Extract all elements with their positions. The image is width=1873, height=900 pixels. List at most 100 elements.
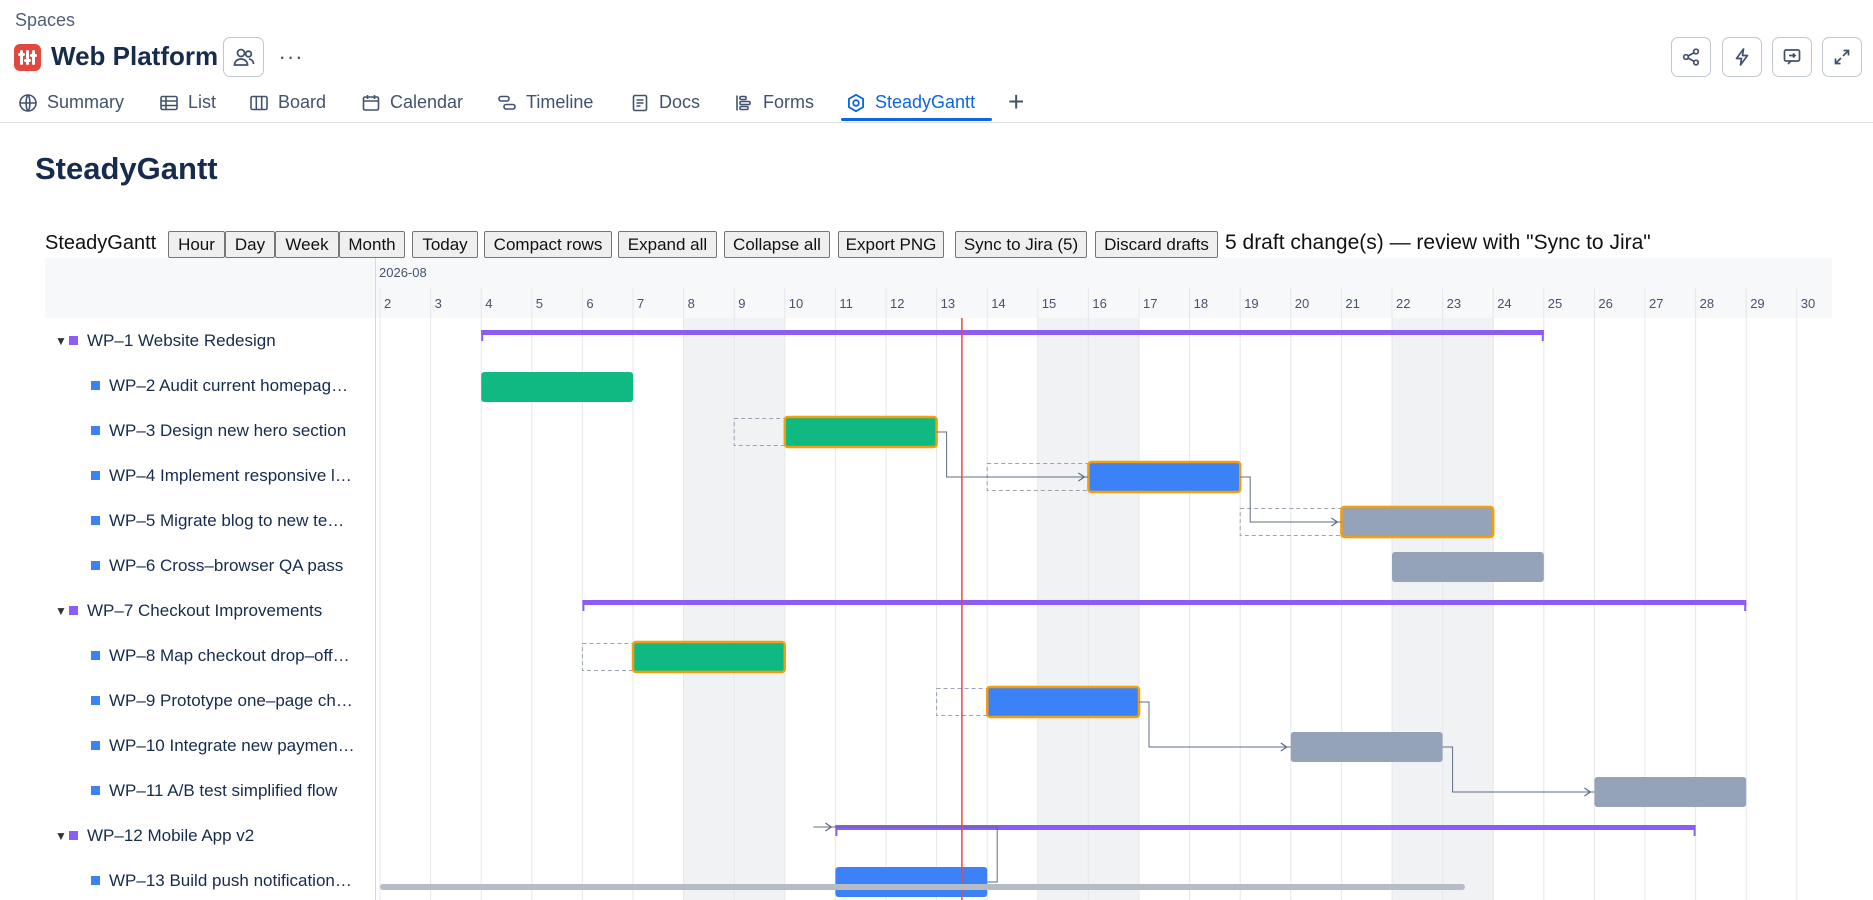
tree-row-parent[interactable]: ▼ WP–12 Mobile App v2 [45, 813, 385, 858]
task-square-icon [91, 696, 100, 705]
task-tree: ▼ WP–1 Website Redesign WP–2 Audit current… [45, 318, 375, 900]
task-bar[interactable] [1290, 732, 1443, 762]
project-tabs: Summary List Board Calendar Timeline Doc… [0, 84, 1873, 123]
tree-row[interactable]: WP–4 Implement responsive l… [45, 453, 421, 498]
task-key-title: WP–13 Build push notification… [109, 870, 352, 890]
task-square-icon [91, 381, 100, 390]
day-tick-label: 17 [1143, 296, 1157, 311]
toolbar-label: SteadyGantt [45, 232, 157, 254]
day-tick-label: 22 [1396, 296, 1410, 311]
tree-row[interactable]: WP–6 Cross–browser QA pass [45, 543, 421, 588]
tab-docs[interactable]: Docs [630, 92, 700, 122]
tab-label: Docs [659, 92, 701, 112]
tab-summary[interactable]: Summary [18, 92, 124, 122]
collapse-caret-icon[interactable]: ▼ [55, 334, 69, 348]
collapse-caret-icon[interactable]: ▼ [55, 604, 69, 618]
page-title: SteadyGantt [35, 151, 218, 186]
gantt-chart: ▼ WP–1 Website Redesign WP–2 Audit current… [45, 258, 1832, 900]
tab-label: Summary [47, 92, 125, 112]
tree-row[interactable]: WP–11 A/B test simplified flow [45, 768, 421, 813]
day-tick-label: 19 [1244, 296, 1258, 311]
gantt-svg: 2026-082 3 4 5 6 7 8 9 10 11 12 13 14 15 16 17 18 19 20 21 2… [375, 258, 1832, 900]
month-label: 2026-08 [379, 265, 427, 280]
task-bar[interactable] [1087, 460, 1242, 494]
tree-row[interactable]: WP–3 Design new hero section [45, 408, 421, 453]
tree-row[interactable]: WP–2 Audit current homepag… [45, 363, 421, 408]
expand-all-button[interactable]: Expand all [618, 231, 717, 258]
tree-row-parent[interactable]: ▼ WP–7 Checkout Improvements [45, 588, 385, 633]
task-bar[interactable] [985, 685, 1141, 719]
month-button[interactable]: Month [339, 231, 405, 258]
task-bar[interactable] [783, 415, 938, 449]
day-tick-label: 9 [738, 296, 745, 311]
task-key-title: WP–4 Implement responsive l… [109, 465, 352, 485]
collapse-all-button[interactable]: Collapse all [724, 231, 830, 258]
add-tab-button[interactable]: + [1008, 88, 1024, 116]
fullscreen-button[interactable] [1822, 37, 1862, 77]
task-key-title: WP–11 A/B test simplified flow [109, 780, 338, 800]
day-tick-label: 5 [536, 296, 543, 311]
more-actions-button[interactable]: ··· [276, 40, 306, 74]
hour-button[interactable]: Hour [168, 231, 225, 258]
tab-label: Forms [763, 92, 814, 112]
tree-row[interactable]: WP–9 Prototype one–page ch… [45, 678, 421, 723]
discard-drafts-button[interactable]: Discard drafts [1095, 231, 1218, 258]
weekend-column [1088, 318, 1139, 900]
tab-list[interactable]: List [159, 92, 216, 122]
task-square-icon [91, 741, 100, 750]
tree-row[interactable]: WP–5 Migrate blog to new te… [45, 498, 421, 543]
day-tick-label: 29 [1750, 296, 1764, 311]
week-button[interactable]: Week [275, 231, 339, 258]
tab-calendar[interactable]: Calendar [361, 92, 463, 122]
task-bar[interactable] [481, 372, 633, 402]
draft-status-message: 5 draft change(s) — review with "Sync to… [1225, 231, 1651, 254]
day-tick-label: 20 [1295, 296, 1309, 311]
task-bar[interactable] [1392, 552, 1544, 582]
feedback-button[interactable] [1772, 37, 1812, 77]
tab-label: Board [278, 92, 327, 112]
dependency-link [1139, 701, 1291, 748]
task-key-title: WP–2 Audit current homepag… [109, 375, 349, 395]
day-tick-label: 26 [1598, 296, 1612, 311]
tree-row[interactable]: WP–13 Build push notification… [45, 858, 421, 900]
day-tick-label: 15 [1042, 296, 1056, 311]
share-icon [1682, 48, 1700, 66]
task-bar[interactable] [1594, 777, 1747, 807]
task-bar[interactable] [835, 867, 988, 897]
day-tick-label: 11 [839, 296, 853, 311]
epic-bar-start-tick [582, 600, 585, 611]
tab-timeline[interactable]: Timeline [497, 92, 593, 122]
tab-forms[interactable]: Forms [734, 92, 814, 122]
task-key-title: WP–9 Prototype one–page ch… [109, 690, 353, 710]
day-tick-label: 13 [941, 296, 955, 311]
breadcrumb-spaces[interactable]: Spaces [15, 10, 75, 31]
tree-row-parent[interactable]: ▼ WP–1 Website Redesign [45, 318, 385, 363]
today-button[interactable]: Today [412, 231, 478, 258]
day-tick-label: 8 [688, 296, 695, 311]
weekend-column [1392, 318, 1443, 900]
tree-row[interactable]: WP–10 Integrate new paymen… [45, 723, 421, 768]
day-tick-label: 6 [586, 296, 593, 311]
sync-to-jira-button[interactable]: Sync to Jira (5) [955, 231, 1087, 258]
epic-summary-bar[interactable] [481, 330, 1544, 335]
list-icon [160, 95, 178, 111]
epic-summary-bar[interactable] [582, 600, 1747, 605]
people-button[interactable] [223, 37, 264, 77]
tree-row[interactable]: WP–8 Map checkout drop–off… [45, 633, 421, 678]
day-tick-label: 23 [1447, 296, 1461, 311]
export-png-button[interactable]: Export PNG [838, 231, 944, 258]
share-button[interactable] [1671, 37, 1711, 77]
day-tick-label: 10 [789, 296, 803, 311]
tab-board[interactable]: Board [249, 92, 326, 122]
people-icon [233, 48, 254, 66]
task-bar[interactable] [1340, 505, 1495, 539]
task-bar[interactable] [631, 640, 787, 674]
compact-rows-button[interactable]: Compact rows [484, 231, 612, 258]
day-button[interactable]: Day [225, 231, 275, 258]
automation-button[interactable] [1722, 37, 1762, 77]
weekend-column [1442, 318, 1494, 900]
horizontal-scrollbar[interactable] [380, 884, 1465, 890]
task-square-icon [91, 471, 100, 480]
project-logo [14, 44, 41, 71]
collapse-caret-icon[interactable]: ▼ [55, 829, 69, 843]
